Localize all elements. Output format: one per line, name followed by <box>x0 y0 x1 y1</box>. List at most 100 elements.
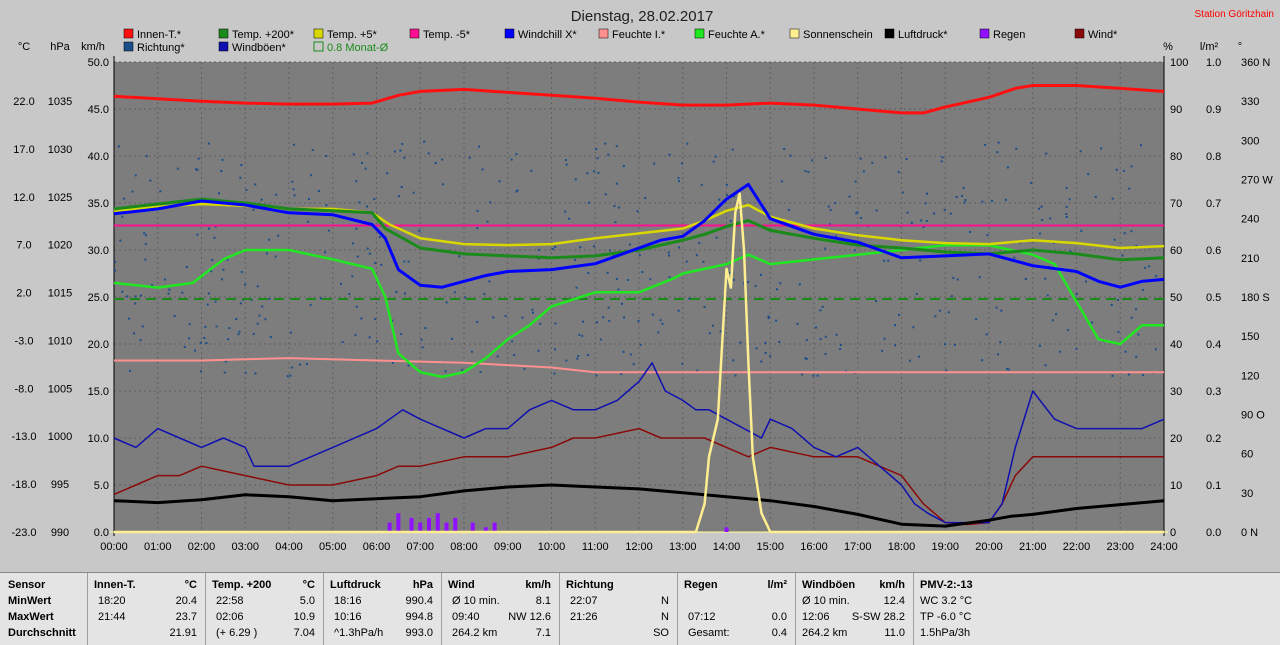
richtung-point <box>986 234 989 237</box>
legend-swatch <box>598 28 609 39</box>
richtung-point <box>644 197 647 200</box>
richtung-point <box>606 271 609 274</box>
richtung-point <box>990 199 993 202</box>
richtung-point <box>355 227 358 230</box>
richtung-point <box>164 278 167 281</box>
richtung-point <box>1137 333 1140 336</box>
table-cell-label: 18:16 <box>334 595 362 607</box>
richtung-point <box>604 142 607 145</box>
richtung-point <box>586 354 589 357</box>
richtung-point <box>240 164 243 167</box>
richtung-point <box>587 272 590 275</box>
richtung-point <box>855 212 858 215</box>
richtung-point <box>925 220 928 223</box>
richtung-point <box>898 313 901 316</box>
tick-label-time: 01:00 <box>144 541 172 553</box>
table-cell-value: 990.4 <box>405 595 433 607</box>
richtung-point <box>554 348 557 351</box>
tick-label-time: 20:00 <box>975 541 1003 553</box>
richtung-point <box>997 141 1000 144</box>
richtung-point <box>653 162 656 165</box>
richtung-point <box>221 278 224 281</box>
richtung-point <box>969 230 972 233</box>
tick-label-hpa: 1015 <box>48 288 72 300</box>
table-cell-value: 7.1 <box>535 627 551 639</box>
richtung-point <box>476 227 479 230</box>
richtung-point <box>714 155 717 158</box>
richtung-point <box>824 156 827 159</box>
richtung-point <box>366 247 369 250</box>
richtung-point <box>1087 173 1090 176</box>
legend-label: Wind* <box>1088 29 1118 41</box>
richtung-point <box>256 285 259 288</box>
table-column: Regen l/m² 07:12 0.0 Gesamt: 0.4 <box>678 573 796 645</box>
richtung-point <box>769 355 772 358</box>
richtung-point <box>114 269 117 272</box>
richtung-point <box>775 319 778 322</box>
tick-label-hpa: 995 <box>51 479 69 491</box>
table-cell-label: WC 3.2 °C <box>920 595 973 607</box>
richtung-point <box>461 368 464 371</box>
richtung-point <box>1045 152 1048 155</box>
richtung-point <box>539 322 542 325</box>
richtung-point <box>244 371 247 374</box>
richtung-point <box>677 180 680 183</box>
table-cell-value: 7.04 <box>293 627 315 639</box>
legend-swatch <box>884 28 895 39</box>
richtung-point <box>819 309 822 312</box>
tick-label-kmh: 25.0 <box>88 292 109 304</box>
richtung-point <box>1121 254 1124 257</box>
richtung-point <box>587 201 590 204</box>
richtung-point <box>275 193 278 196</box>
tick-label-direction: 180 S <box>1241 292 1270 304</box>
legend-label: Innen-T.* <box>137 29 182 41</box>
richtung-point <box>941 156 944 159</box>
regen-bar <box>418 522 423 532</box>
richtung-point <box>203 336 206 339</box>
richtung-point <box>400 186 403 189</box>
richtung-point <box>252 332 255 335</box>
richtung-point <box>168 288 171 291</box>
richtung-point <box>1134 308 1137 311</box>
richtung-point <box>884 156 887 159</box>
richtung-point <box>144 234 147 237</box>
tick-label-percent: 20 <box>1170 433 1182 445</box>
richtung-point <box>579 246 582 249</box>
table-cell-value: 11.0 <box>884 627 905 639</box>
richtung-point <box>305 363 308 366</box>
richtung-point <box>176 167 179 170</box>
tick-label-time: 07:00 <box>406 541 434 553</box>
richtung-point <box>776 288 779 291</box>
richtung-point <box>597 171 600 174</box>
richtung-point <box>1006 368 1009 371</box>
richtung-point <box>695 254 698 257</box>
table-cell-label: 12:06 <box>802 611 830 623</box>
richtung-point <box>564 158 567 161</box>
richtung-point <box>943 209 946 212</box>
richtung-point <box>677 177 680 180</box>
tick-label-lm2: 0.8 <box>1206 151 1221 163</box>
richtung-point <box>835 333 838 336</box>
tick-label-direction: 60 <box>1241 449 1253 461</box>
richtung-point <box>711 324 714 327</box>
richtung-point <box>197 157 200 160</box>
tick-label-hpa: 1010 <box>48 335 72 347</box>
column-header: Innen-T. <box>94 579 136 591</box>
richtung-point <box>824 335 827 338</box>
richtung-point <box>441 158 444 161</box>
tick-label-time: 00:00 <box>100 541 128 553</box>
tick-label-celsius: 2.0 <box>16 288 31 300</box>
weather-chart: Dienstag, 28.02.2017 Station Göritzhain … <box>0 0 1280 572</box>
legend-swatch <box>979 28 990 39</box>
richtung-point <box>403 156 406 159</box>
richtung-point <box>141 325 144 328</box>
row-label: Sensor <box>8 579 46 591</box>
legend-label: Temp. +5* <box>327 29 378 41</box>
unit-lm2: l/m² <box>1200 41 1219 53</box>
richtung-point <box>1115 168 1118 171</box>
richtung-point <box>1113 238 1116 241</box>
richtung-point <box>639 343 642 346</box>
richtung-point <box>341 341 344 344</box>
table-cell-value: SO <box>653 627 669 639</box>
richtung-point <box>602 316 605 319</box>
